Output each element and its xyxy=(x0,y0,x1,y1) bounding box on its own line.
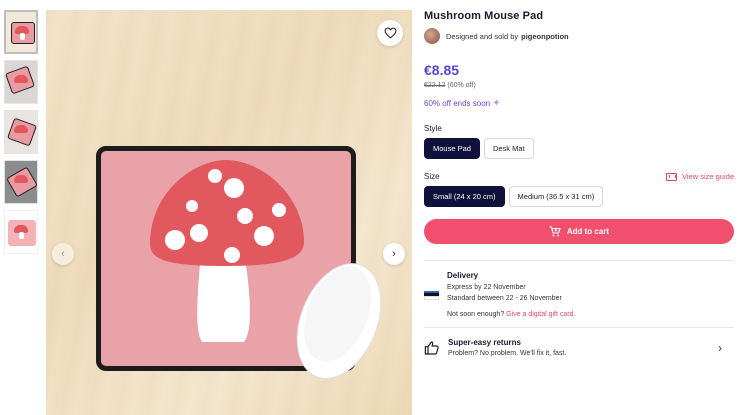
thumbnail-2[interactable] xyxy=(4,60,38,104)
old-price: €22.12 xyxy=(424,82,446,89)
delivery-body: Delivery Express by 22 November Standard… xyxy=(447,271,734,318)
size-label: Size xyxy=(424,172,440,181)
chevron-left-icon: ‹ xyxy=(61,248,65,260)
wishlist-button[interactable] xyxy=(377,20,403,46)
designed-by-text: Designed and sold by xyxy=(446,31,519,41)
mushroom-illustration xyxy=(150,160,382,379)
style-option-mouse-pad[interactable]: Mouse Pad xyxy=(424,138,480,159)
price: €8.85 xyxy=(424,62,460,78)
chevron-right-icon: › xyxy=(718,340,722,355)
returns-subtitle: Problem? No problem. We'll fix it, fast. xyxy=(448,350,567,357)
thumbnail-5[interactable] xyxy=(4,210,38,254)
product-image: ‹ › xyxy=(46,10,412,415)
returns-section[interactable]: Super-easy returns Problem? No problem. … xyxy=(424,338,734,357)
style-label: Style xyxy=(424,124,442,133)
promo-text: 60% off ends soon xyxy=(424,99,491,108)
delivery-express: Express by 22 November xyxy=(447,284,526,291)
add-to-cart-label: Add to cart xyxy=(566,227,610,236)
add-to-cart-button[interactable]: Add to cart xyxy=(424,219,734,244)
seller-line: Designed and sold by pigeonpotion xyxy=(424,28,734,44)
gift-card-link[interactable]: Give a digital gift card. xyxy=(506,311,575,318)
delivery-gift-line: Not soon enough? Give a digital gift car… xyxy=(447,311,734,318)
thumbnail-stem xyxy=(20,33,25,40)
thumbnail-4[interactable] xyxy=(4,160,38,204)
thumbnail-mushroom xyxy=(14,75,28,83)
style-option-desk-mat[interactable]: Desk Mat xyxy=(483,138,534,159)
estonia-flag-icon xyxy=(424,291,439,300)
chevron-right-icon: › xyxy=(392,248,396,260)
delivery-standard: Standard between 22 - 26 November xyxy=(447,295,562,302)
style-options: Mouse Pad Desk Mat xyxy=(424,138,734,159)
gift-prefix: Not soon enough? xyxy=(447,311,505,318)
size-option-medium[interactable]: Medium (36.5 x 31 cm) xyxy=(508,186,604,207)
heart-icon xyxy=(384,27,396,39)
size-option-small[interactable]: Small (24 x 20 cm) xyxy=(424,186,505,207)
next-image-button[interactable]: › xyxy=(383,243,405,265)
product-info: Mushroom Mouse Pad Designed and sold by … xyxy=(424,10,734,357)
thumbnail-mushroom xyxy=(14,175,28,183)
thumbnail-3[interactable] xyxy=(4,110,38,154)
old-price-line: €22.12 (60% off) xyxy=(424,82,734,89)
seller-name-link[interactable]: pigeonpotion xyxy=(521,32,569,41)
delivery-section: Delivery Express by 22 November Standard… xyxy=(424,271,734,318)
ruler-icon xyxy=(666,172,678,181)
size-guide-link[interactable]: View size guide xyxy=(666,172,734,181)
promo: 60% off ends soon ✦ xyxy=(424,98,734,109)
size-options: Small (24 x 20 cm) Medium (36.5 x 31 cm) xyxy=(424,186,734,207)
cart-icon xyxy=(549,226,561,237)
thumbnail-mushroom xyxy=(14,125,28,133)
product-title: Mushroom Mouse Pad xyxy=(424,10,544,22)
thumbnail-list xyxy=(4,10,40,260)
discount: (60% off) xyxy=(447,82,476,89)
sparkle-icon: ✦ xyxy=(492,98,501,109)
thumbs-up-icon xyxy=(424,340,439,355)
divider xyxy=(424,260,734,261)
divider xyxy=(424,327,734,328)
prev-image-button[interactable]: ‹ xyxy=(52,243,74,265)
returns-title: Super-easy returns xyxy=(448,338,521,347)
size-header: Size View size guide xyxy=(424,172,734,181)
thumbnail-1[interactable] xyxy=(4,10,38,54)
delivery-title: Delivery xyxy=(447,271,479,280)
avatar[interactable] xyxy=(424,28,440,44)
thumbnail-stem xyxy=(19,232,24,239)
returns-body: Super-easy returns Problem? No problem. … xyxy=(448,338,718,357)
size-guide-label: View size guide xyxy=(682,172,734,181)
